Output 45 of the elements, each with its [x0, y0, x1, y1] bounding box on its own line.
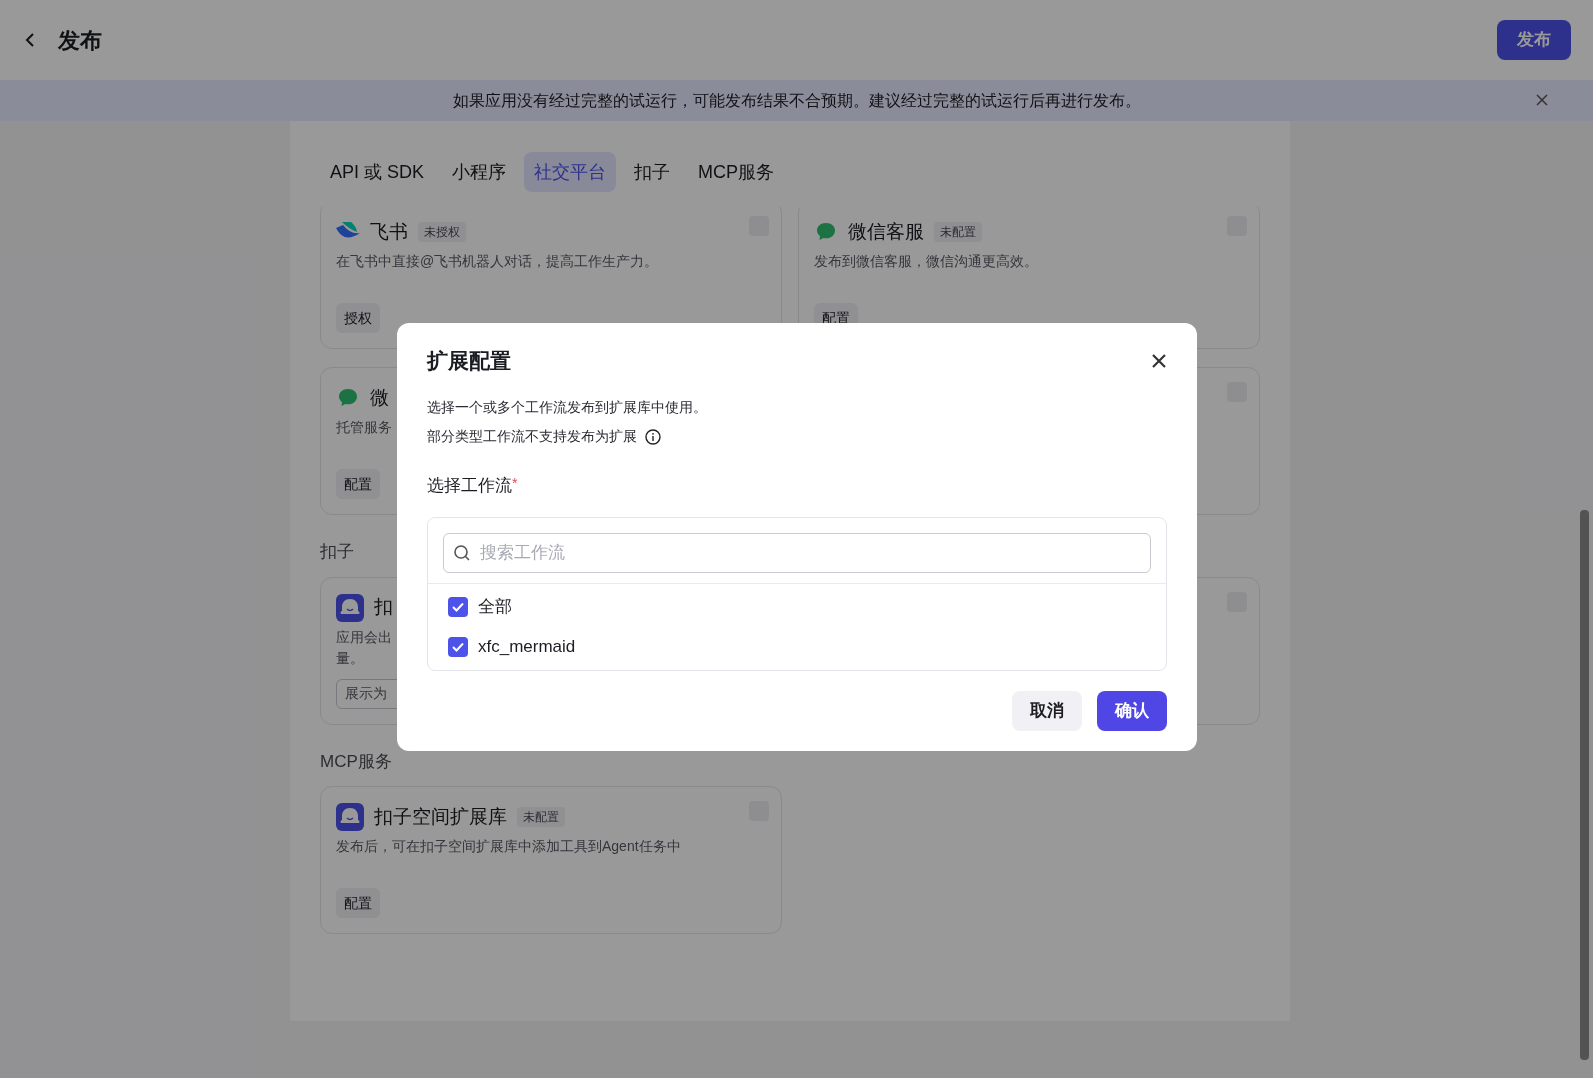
page-title: 发布 [58, 26, 102, 55]
section-heading: 扣子 [320, 541, 354, 563]
warning-banner-text: 如果应用没有经过完整的试运行，可能发布结果不合预期。建议经过完整的试运行后再进行发布。 [452, 90, 1141, 111]
field-label: 选择工作流 [427, 475, 512, 497]
publish-button[interactable]: 发布 [1497, 20, 1571, 60]
action-button[interactable]: 配置 [336, 888, 380, 918]
tab[interactable]: MCP服务 [688, 152, 785, 192]
scrollbar-thumb[interactable] [1580, 510, 1589, 1060]
search-field[interactable]: 搜索工作流 [443, 532, 1151, 573]
card-description: 发布后，可在扣子空间扩展库中添加工具到Agent任务中 [336, 837, 681, 856]
checkbox[interactable] [448, 636, 468, 657]
card-title: 微 [370, 385, 389, 410]
close-banner-button[interactable] [1536, 94, 1548, 106]
section-heading: MCP服务 [320, 750, 392, 773]
dialog-description: 选择一个或多个工作流发布到扩展库中使用。 [427, 398, 707, 417]
action-button[interactable]: 配置 [336, 469, 380, 499]
card-title: 扣子空间扩展库 [374, 804, 507, 829]
card-description: 托管服务 [336, 418, 392, 437]
status-badge: 未配置 [517, 807, 565, 827]
tab[interactable]: 扣子 [624, 152, 681, 192]
cancel-button[interactable]: 取消 [1012, 690, 1082, 731]
card-title: 扣 [374, 595, 393, 620]
tab[interactable]: 小程序 [442, 152, 517, 192]
card-description: 发布到微信客服，微信沟通更高效。 [814, 252, 1038, 271]
status-badge: 未授权 [418, 222, 466, 242]
dialog-title: 扩展配置 [427, 348, 511, 375]
close-button[interactable] [1151, 353, 1167, 369]
required-mark: * [512, 474, 518, 491]
card-description: 量。 [336, 648, 364, 668]
info-icon [645, 428, 661, 445]
card-title: 微信客服 [848, 219, 924, 244]
workflow-option[interactable]: 全部 [448, 591, 1146, 622]
dialog-description: 部分类型工作流不支持发布为扩展 [427, 427, 637, 446]
confirm-button[interactable]: 确认 [1097, 690, 1167, 731]
card-title: 飞书 [370, 219, 408, 244]
checkbox[interactable] [448, 596, 468, 617]
card-description: 应用会出 [336, 627, 392, 647]
workflow-option[interactable]: xfc_mermaid [448, 631, 1146, 662]
mascot-icon [336, 803, 364, 831]
action-button[interactable]: 授权 [336, 303, 380, 333]
mascot-icon [336, 593, 364, 622]
status-badge: 未配置 [934, 222, 982, 242]
search-icon [453, 543, 471, 562]
tab[interactable]: API 或 SDK [320, 152, 435, 192]
card-description: 在飞书中直接@飞书机器人对话，提高工作生产力。 [336, 252, 659, 271]
